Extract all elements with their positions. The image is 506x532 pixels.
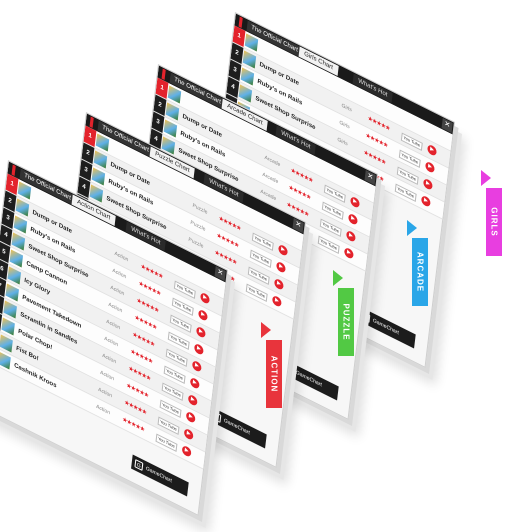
- gamechart-logo-icon: G: [134, 459, 144, 471]
- gamechart-logo: G GameChart: [281, 358, 339, 401]
- play-icon[interactable]: ▶: [420, 194, 431, 208]
- play-icon[interactable]: ▶: [347, 212, 358, 226]
- brand-flag-icon: [161, 68, 166, 80]
- youtube-icon[interactable]: You Tube: [245, 283, 268, 302]
- ribbon-cap-icon: [481, 170, 491, 186]
- gamechart-logo: G GameChart: [358, 306, 416, 349]
- ribbon-cap-icon: [333, 270, 343, 286]
- gamechart-logo: G GameChart: [131, 454, 189, 497]
- play-icon[interactable]: ▶: [345, 229, 356, 243]
- play-icon[interactable]: ▶: [195, 325, 206, 339]
- play-icon[interactable]: ▶: [277, 243, 289, 257]
- gamechart-logo: G GameChart: [209, 406, 267, 449]
- ribbon-cap-icon: [407, 220, 417, 236]
- gamechart-logo-text: GameChart: [372, 317, 400, 337]
- ribbon-cap-icon: [261, 322, 271, 338]
- play-icon[interactable]: ▶: [343, 246, 354, 260]
- play-icon[interactable]: ▶: [275, 260, 286, 274]
- gamechart-logo-icon: G: [212, 411, 222, 423]
- play-icon[interactable]: ▶: [181, 444, 192, 458]
- category-ribbon-action[interactable]: ACTION: [261, 322, 282, 408]
- game-thumbnail-icon[interactable]: [0, 351, 11, 370]
- play-icon[interactable]: ▶: [426, 143, 438, 157]
- play-icon[interactable]: ▶: [197, 308, 208, 322]
- youtube-icon[interactable]: You Tube: [317, 235, 340, 254]
- brand-flag-icon: [89, 116, 94, 128]
- play-icon[interactable]: ▶: [271, 294, 282, 308]
- category-ribbon-puzzle[interactable]: PUZZLE: [333, 270, 354, 356]
- play-icon[interactable]: ▶: [424, 160, 435, 174]
- category-ribbon-arcade[interactable]: ARCADE: [407, 220, 428, 306]
- gamechart-logo-text: GameChart: [295, 369, 323, 389]
- ribbon-label: ARCADE: [415, 251, 425, 293]
- play-icon[interactable]: ▶: [422, 177, 433, 191]
- gamechart-logo-text: GameChart: [145, 465, 173, 485]
- gamechart-logo-text: GameChart: [223, 417, 251, 437]
- play-icon[interactable]: ▶: [349, 195, 361, 209]
- gamechart-category-boards: The Official Chart Girls Chart What's Hot ✕…: [0, 0, 506, 532]
- play-icon[interactable]: ▶: [185, 410, 196, 424]
- youtube-icon[interactable]: You Tube: [394, 183, 417, 202]
- play-icon[interactable]: ▶: [199, 291, 211, 305]
- play-icon[interactable]: ▶: [191, 359, 202, 373]
- play-icon[interactable]: ▶: [189, 376, 200, 390]
- ribbon-label: ACTION: [269, 355, 279, 393]
- ribbon-label: PUZZLE: [341, 303, 351, 341]
- play-icon[interactable]: ▶: [183, 427, 194, 441]
- brand-flag-icon: [11, 164, 16, 176]
- category-ribbon-girls[interactable]: GIRLS: [481, 170, 502, 256]
- brand-flag-icon: [238, 16, 243, 28]
- play-icon[interactable]: ▶: [193, 342, 204, 356]
- ribbon-label: GIRLS: [489, 207, 499, 237]
- game-thumbnail-icon[interactable]: [0, 334, 13, 353]
- play-icon[interactable]: ▶: [187, 393, 198, 407]
- youtube-icon[interactable]: You Tube: [155, 433, 178, 452]
- play-icon[interactable]: ▶: [273, 277, 284, 291]
- gamechart-logo-icon: G: [361, 311, 371, 323]
